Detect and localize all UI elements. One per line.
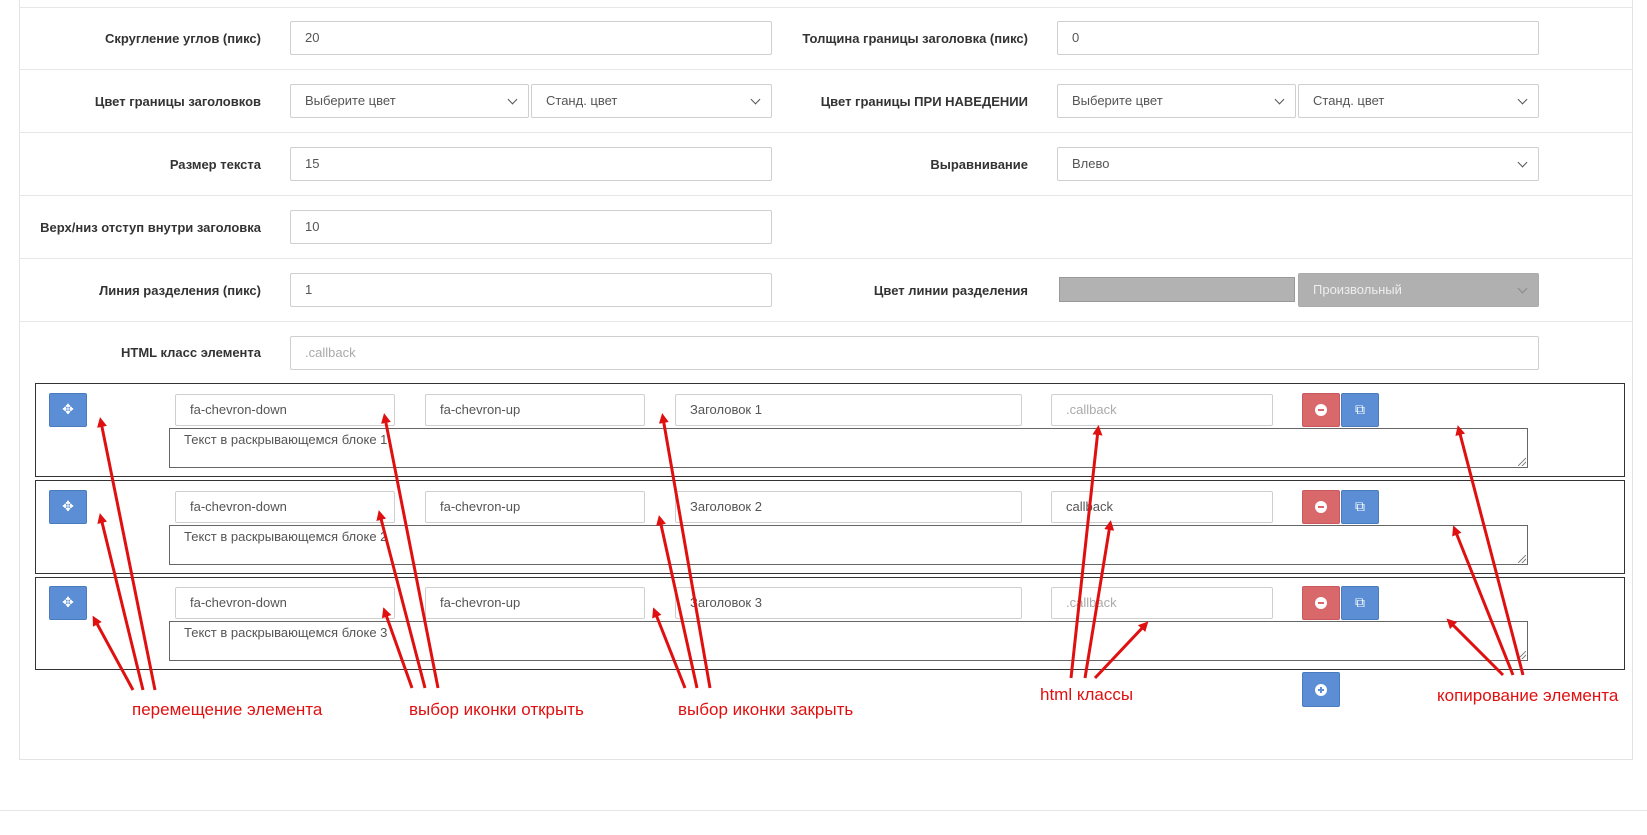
annotation-html-classes: html классы — [1040, 685, 1134, 704]
bottom-divider — [0, 810, 1647, 811]
annotation-icon-open: выбор иконки открыть — [409, 700, 584, 719]
annotation-move: перемещение элемента — [132, 700, 323, 719]
annotation-copy: копирование элемента — [1437, 686, 1619, 705]
annotation-icon-close: выбор иконки закрыть — [678, 700, 854, 719]
